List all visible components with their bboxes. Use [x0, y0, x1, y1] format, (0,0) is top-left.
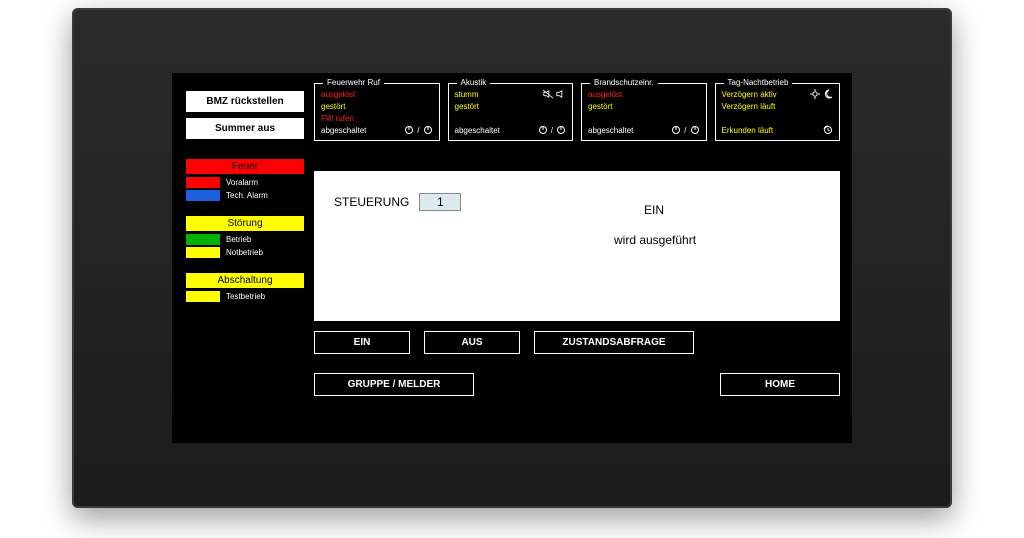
action-row-2: GRUPPE / MELDER HOME: [314, 373, 840, 396]
horn-mute-icon[interactable]: [543, 89, 566, 99]
control-state: EIN: [644, 203, 664, 217]
group-header-fault: Störung: [186, 216, 304, 231]
main-display: STEUERUNG 1 EIN wird ausgeführt: [314, 171, 840, 321]
panel-akustik: Akustik stumm gestört abgeschaltet /: [448, 83, 574, 141]
indicator-testbetrieb-light: [186, 291, 220, 302]
power-toggle-icon[interactable]: /: [538, 125, 566, 135]
indicator-voralarm-light: [186, 177, 220, 188]
control-value-box[interactable]: 1: [419, 193, 461, 211]
ein-button[interactable]: EIN: [314, 331, 410, 354]
indicator-notbetrieb-light: [186, 247, 220, 258]
indicator-tech-alarm: Tech. Alarm: [186, 189, 304, 202]
top-status-row: Feuerwehr Ruf ausgelöst gestört FW rufen…: [314, 83, 840, 141]
buzzer-off-button[interactable]: Summer aus: [186, 118, 304, 139]
power-toggle-icon[interactable]: /: [671, 125, 699, 135]
indicator-betrieb: Betrieb: [186, 233, 304, 246]
left-column: BMZ rückstellen Summer aus Feuer Voralar…: [186, 91, 304, 303]
control-label: STEUERUNG: [334, 195, 409, 209]
screen: BMZ rückstellen Summer aus Feuer Voralar…: [172, 73, 852, 443]
home-button[interactable]: HOME: [720, 373, 840, 396]
device-bezel: BMZ rückstellen Summer aus Feuer Voralar…: [72, 8, 952, 508]
power-toggle-icon[interactable]: /: [404, 125, 432, 135]
day-night-icon: [810, 89, 833, 99]
bmz-reset-button[interactable]: BMZ rückstellen: [186, 91, 304, 112]
status-group-fire: Feuer Voralarm Tech. Alarm: [186, 159, 304, 202]
panel-tag-nacht: Tag-Nachtbetrieb Verzögern aktiv Verzöge…: [715, 83, 841, 141]
indicator-betrieb-light: [186, 234, 220, 245]
status-group-disable: Abschaltung Testbetrieb: [186, 273, 304, 303]
action-row-1: EIN AUS ZUSTANDSABFRAGE: [314, 331, 840, 354]
panel-brandschutz: Brandschutzeinr. ausgelöst gestört abges…: [581, 83, 707, 141]
group-header-fire: Feuer: [186, 159, 304, 174]
status-group-fault: Störung Betrieb Notbetrieb: [186, 216, 304, 259]
control-message: wird ausgeführt: [614, 233, 696, 247]
indicator-notbetrieb: Notbetrieb: [186, 246, 304, 259]
indicator-voralarm: Voralarm: [186, 176, 304, 189]
indicator-testbetrieb: Testbetrieb: [186, 290, 304, 303]
clock-reset-icon[interactable]: [823, 125, 833, 135]
group-header-disable: Abschaltung: [186, 273, 304, 288]
gruppe-melder-button[interactable]: GRUPPE / MELDER: [314, 373, 474, 396]
indicator-tech-alarm-light: [186, 190, 220, 201]
zustand-button[interactable]: ZUSTANDSABFRAGE: [534, 331, 694, 354]
panel-feuerwehr-ruf: Feuerwehr Ruf ausgelöst gestört FW rufen…: [314, 83, 440, 141]
aus-button[interactable]: AUS: [424, 331, 520, 354]
